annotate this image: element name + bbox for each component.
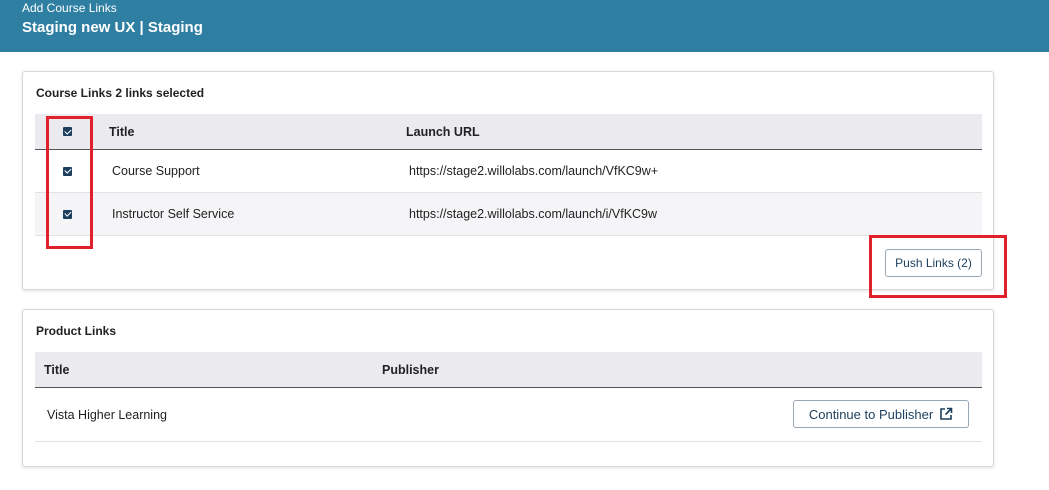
row-checkbox[interactable] <box>63 150 72 192</box>
continue-to-publisher-button[interactable]: Continue to Publisher <box>793 400 969 428</box>
select-all-checkbox[interactable] <box>63 114 72 149</box>
row-title: Course Support <box>112 164 200 178</box>
row-launch-url: https://stage2.willolabs.com/launch/i/Vf… <box>409 207 658 221</box>
checkbox-checked-icon <box>63 209 72 219</box>
course-links-title: Course Links 2 links selected <box>36 86 205 100</box>
product-links-title: Product Links <box>36 324 117 338</box>
row-checkbox[interactable] <box>63 193 72 235</box>
course-links-table: Title Launch URL Course Support https://… <box>35 114 982 236</box>
column-header-publisher: Publisher <box>382 362 439 377</box>
checkbox-checked-icon <box>63 166 72 176</box>
course-links-header-row: Title Launch URL <box>35 114 982 150</box>
continue-button-label: Continue to Publisher <box>808 406 934 422</box>
push-links-button[interactable]: Push Links (2) <box>885 249 982 277</box>
external-link-icon <box>940 407 953 420</box>
column-header-launch-url: Launch URL <box>406 124 480 139</box>
column-header-title: Title <box>109 124 135 139</box>
header-subtitle: Add Course Links <box>22 1 117 15</box>
product-links-table: Title Publisher Vista Higher Learning Co… <box>35 352 982 442</box>
table-row: Course Support https://stage2.willolabs.… <box>35 150 982 193</box>
column-header-title: Title <box>44 362 70 377</box>
product-links-card: Product Links Title Publisher Vista High… <box>22 309 994 467</box>
course-links-card: Course Links 2 links selected Title Laun… <box>22 71 994 290</box>
row-title: Instructor Self Service <box>112 207 235 221</box>
header-title: Staging new UX | Staging <box>22 19 203 36</box>
product-links-header-row: Title Publisher <box>35 352 982 388</box>
table-row: Instructor Self Service https://stage2.w… <box>35 193 982 236</box>
app-header: Add Course Links Staging new UX | Stagin… <box>0 0 1049 52</box>
row-title: Vista Higher Learning <box>47 407 167 422</box>
row-launch-url: https://stage2.willolabs.com/launch/VfKC… <box>409 164 659 178</box>
checkbox-checked-icon <box>63 127 72 136</box>
table-row: Vista Higher Learning Continue to Publis… <box>35 388 982 442</box>
